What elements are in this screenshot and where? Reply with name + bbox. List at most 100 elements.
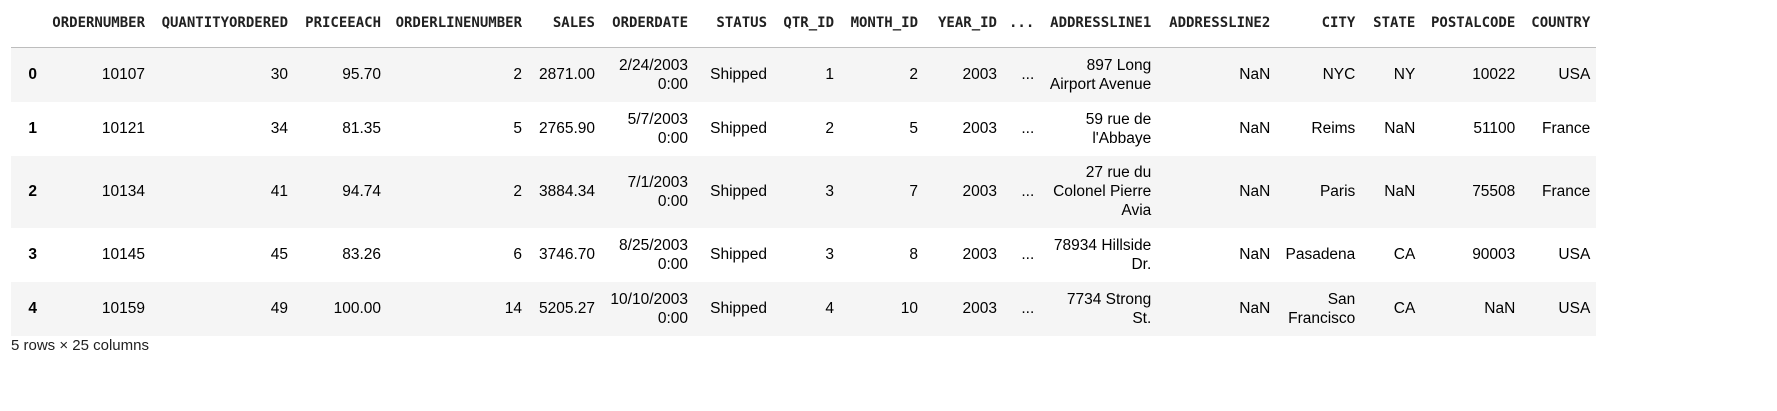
table-cell: 27 rue du Colonel Pierre Avia bbox=[1053, 164, 1152, 219]
table-cell: 5/7/2003 0:00 bbox=[627, 110, 688, 147]
column-header-quantityordered: QUANTITYORDERED bbox=[151, 0, 294, 48]
table-cell: 6 bbox=[513, 246, 522, 263]
table-cell: ... bbox=[1021, 66, 1035, 84]
table-cell: ... bbox=[1021, 300, 1035, 317]
table-cell: Shipped bbox=[710, 120, 767, 137]
table-cell: USA bbox=[1558, 300, 1591, 317]
column-header-city: CITY bbox=[1276, 0, 1362, 48]
row-index: 4 bbox=[28, 300, 37, 317]
table-cell: 90003 bbox=[1472, 246, 1516, 263]
table-cell: Paris bbox=[1319, 183, 1356, 200]
table-cell: 81.35 bbox=[342, 120, 381, 137]
table-cell: Reims bbox=[1311, 120, 1356, 137]
table-cell: 5205.27 bbox=[538, 300, 595, 317]
table-cell: 3884.34 bbox=[538, 183, 595, 200]
table-cell: 41 bbox=[270, 183, 288, 200]
column-header-year_id: YEAR_ID bbox=[924, 0, 1003, 48]
table-cell: 2 bbox=[825, 120, 834, 137]
table-row: 0 10107 30 95.70 2 2871.00 2/24/2003 0:00 Shipp… bbox=[11, 47, 1597, 102]
table-cell: NaN bbox=[1384, 183, 1416, 200]
dataframe-output: ORDERNUMBER QUANTITYORDERED PRICEEACH ORDER… bbox=[0, 0, 1777, 380]
table-body: 0 10107 30 95.70 2 2871.00 2/24/2003 0:00 Shipp… bbox=[11, 47, 1597, 336]
table-cell: CA bbox=[1393, 300, 1416, 317]
table-cell: 100.00 bbox=[333, 300, 381, 317]
table-cell: Shipped bbox=[710, 66, 767, 84]
table-cell: CA bbox=[1393, 246, 1416, 263]
table-cell: 2765.90 bbox=[538, 120, 595, 137]
table-row: 1 10121 34 81.35 5 2765.90 5/7/2003 0:00 Shippe… bbox=[11, 101, 1597, 156]
table-cell: 45 bbox=[270, 246, 288, 263]
table-cell: 4 bbox=[825, 300, 834, 317]
table-cell: 10107 bbox=[101, 66, 145, 84]
table-cell: 2 bbox=[909, 66, 918, 84]
table-cell: NaN bbox=[1239, 120, 1271, 137]
row-index: 0 bbox=[28, 66, 37, 84]
dataframe-table: ORDERNUMBER QUANTITYORDERED PRICEEACH ORDER… bbox=[11, 0, 1597, 336]
table-cell: NYC bbox=[1322, 66, 1356, 84]
table-cell: USA bbox=[1558, 246, 1591, 263]
column-header-month_id: MONTH_ID bbox=[840, 0, 924, 48]
table-cell: 3 bbox=[825, 183, 834, 200]
table-cell: 10145 bbox=[101, 246, 145, 263]
table-cell: NaN bbox=[1239, 246, 1271, 263]
table-cell: 2 bbox=[513, 183, 522, 200]
table-cell: 2003 bbox=[962, 246, 997, 263]
table-cell: 14 bbox=[504, 300, 522, 317]
column-header-qtr_id: QTR_ID bbox=[773, 0, 840, 48]
table-cell: 10134 bbox=[101, 183, 145, 200]
index-header bbox=[11, 0, 43, 48]
table-cell: ... bbox=[1021, 183, 1035, 200]
column-header-postalcode: POSTALCODE bbox=[1421, 0, 1522, 48]
table-cell: 2003 bbox=[962, 300, 997, 317]
table-cell: Pasadena bbox=[1285, 246, 1356, 263]
table-cell: 10159 bbox=[101, 300, 145, 317]
table-cell: NaN bbox=[1239, 66, 1271, 84]
table-cell: 10/10/2003 0:00 bbox=[610, 290, 688, 327]
table-cell: 2/24/2003 0:00 bbox=[619, 56, 688, 93]
column-header-orderdate: ORDERDATE bbox=[601, 0, 694, 48]
table-cell: 5 bbox=[909, 120, 918, 137]
table-row: 2 10134 41 94.74 2 3884.34 7/1/2003 0:00 Shippe… bbox=[11, 155, 1597, 228]
column-header-ordernumber: ORDERNUMBER bbox=[43, 0, 151, 48]
column-header-addressline1: ADDRESSLINE1 bbox=[1040, 0, 1158, 48]
table-cell: 10121 bbox=[101, 120, 145, 137]
row-index: 1 bbox=[28, 120, 37, 137]
table-cell: 8 bbox=[909, 246, 918, 263]
table-cell: Shipped bbox=[710, 183, 767, 200]
column-header-status: STATUS bbox=[694, 0, 773, 48]
table-cell: 83.26 bbox=[342, 246, 381, 263]
table-cell: NaN bbox=[1239, 300, 1271, 317]
shape-summary: 5 rows × 25 columns bbox=[11, 337, 149, 354]
table-cell: 51100 bbox=[1473, 120, 1516, 137]
row-index: 3 bbox=[28, 246, 37, 263]
table-cell: ... bbox=[1021, 120, 1035, 137]
row-index: 2 bbox=[28, 183, 37, 200]
table-cell: ... bbox=[1021, 246, 1035, 263]
table-cell: France bbox=[1542, 120, 1591, 137]
table-cell: 49 bbox=[270, 300, 288, 317]
table-cell: Shipped bbox=[710, 246, 767, 263]
header-row: ORDERNUMBER QUANTITYORDERED PRICEEACH ORDER… bbox=[11, 0, 1597, 48]
table-cell: 10022 bbox=[1472, 66, 1516, 84]
table-cell: NaN bbox=[1484, 300, 1516, 317]
table-cell: 2003 bbox=[962, 66, 997, 84]
table-cell: San Francisco bbox=[1288, 290, 1356, 327]
table-cell: 3746.70 bbox=[538, 246, 595, 263]
column-header-orderlinenumber: ORDERLINENUMBER bbox=[387, 0, 528, 48]
table-cell: France bbox=[1542, 183, 1591, 200]
column-header-addressline2: ADDRESSLINE2 bbox=[1157, 0, 1277, 48]
column-header-country: COUNTRY bbox=[1521, 0, 1597, 48]
table-cell: 95.70 bbox=[342, 66, 381, 84]
table-cell: 8/25/2003 0:00 bbox=[619, 236, 688, 273]
table-cell: 897 Long Airport Avenue bbox=[1049, 56, 1152, 93]
column-header-ellipsis: ... bbox=[1003, 0, 1041, 48]
table-cell: 30 bbox=[270, 66, 288, 84]
table-cell: 2003 bbox=[962, 120, 997, 137]
table-cell: 7734 Strong St. bbox=[1066, 290, 1152, 327]
table-cell: 2871.00 bbox=[538, 66, 595, 84]
column-header-sales: SALES bbox=[528, 0, 601, 48]
column-header-state: STATE bbox=[1361, 0, 1422, 48]
table-row: 3 10145 45 83.26 6 3746.70 8/25/2003 0:00 Shipp… bbox=[11, 227, 1597, 282]
table-cell: 5 bbox=[513, 120, 522, 137]
table-cell: NaN bbox=[1239, 183, 1271, 200]
